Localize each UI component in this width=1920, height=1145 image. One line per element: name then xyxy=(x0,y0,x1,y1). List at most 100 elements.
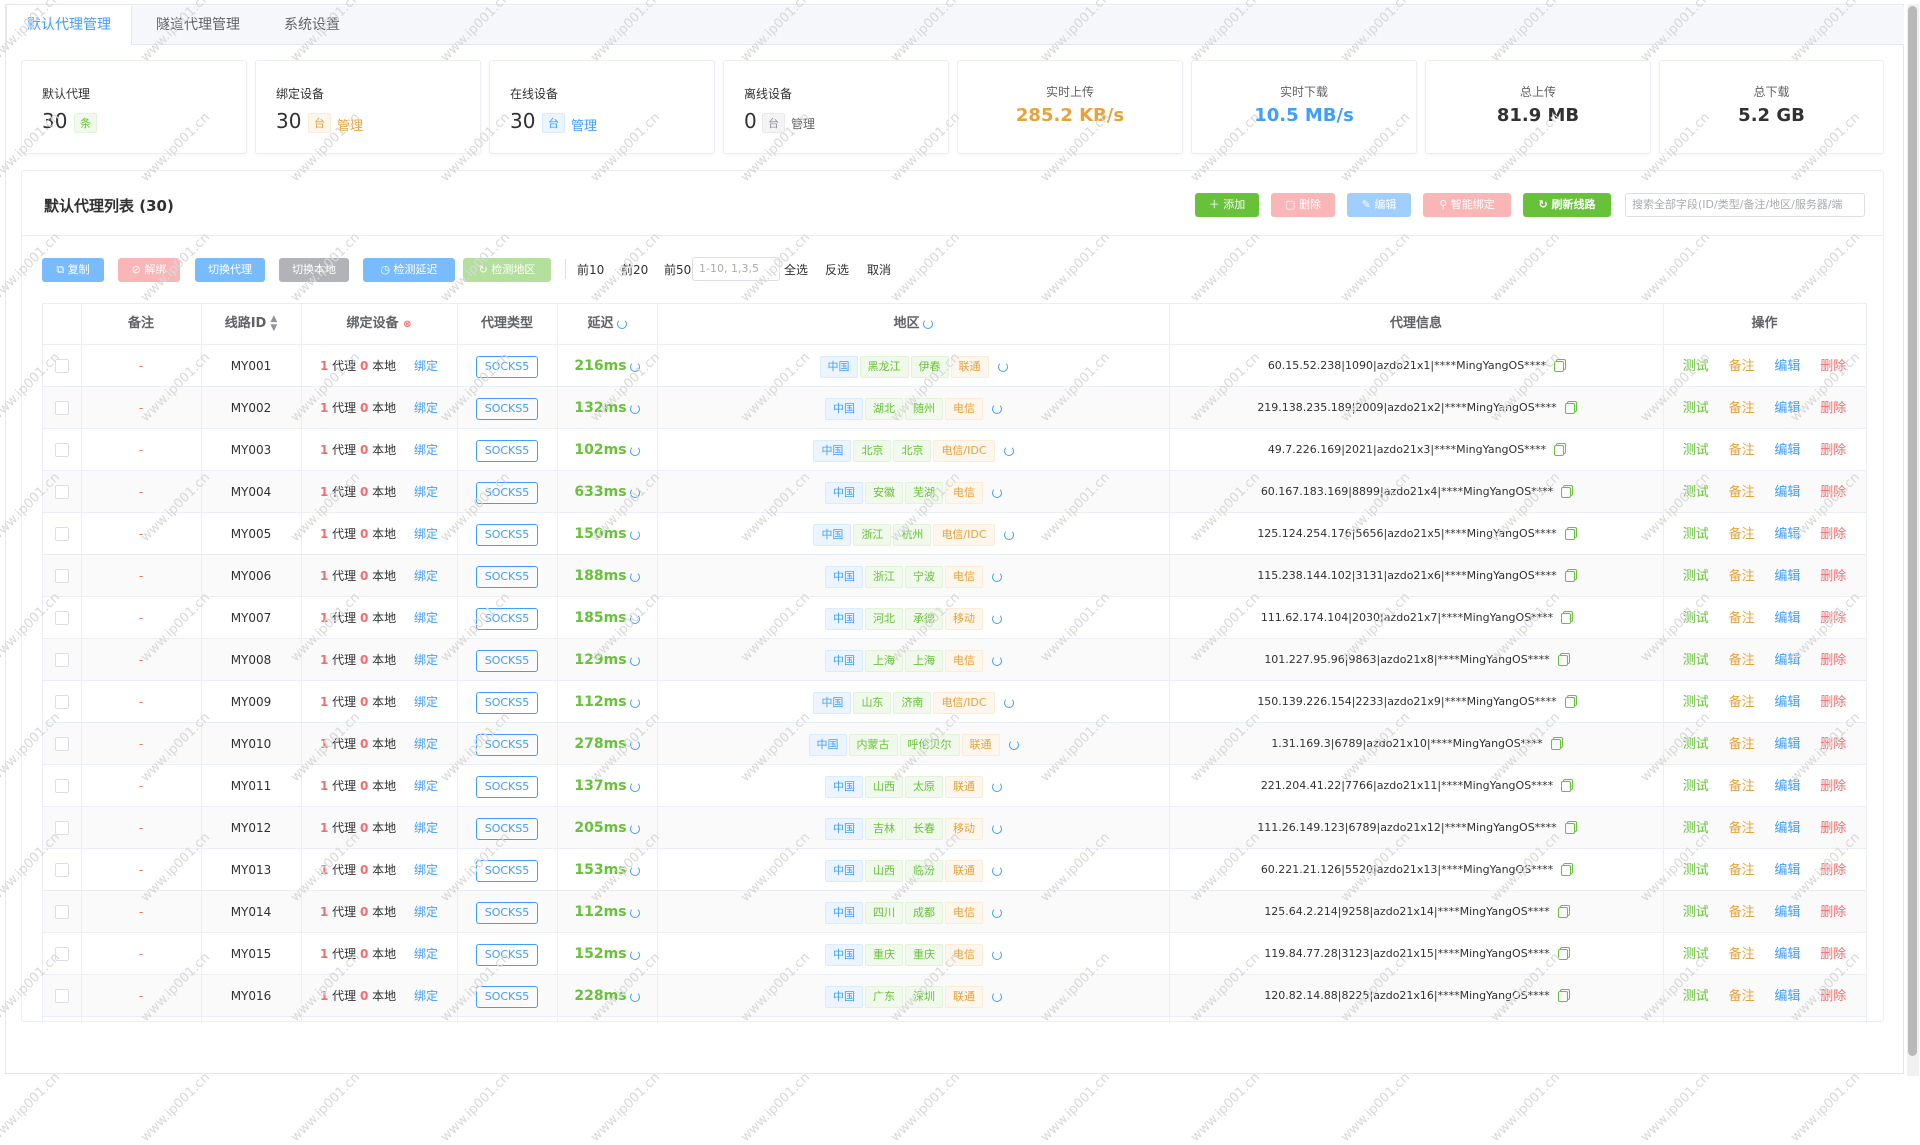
refresh-latency-icon[interactable] xyxy=(629,697,640,708)
refresh-region-icon[interactable] xyxy=(992,655,1002,666)
row-checkbox[interactable] xyxy=(55,443,69,457)
refresh-latency-icon[interactable] xyxy=(629,529,640,540)
bind-link[interactable]: 绑定 xyxy=(414,527,438,541)
delete-button[interactable]: ▢ 删除 xyxy=(1271,193,1335,217)
refresh-region-icon[interactable] xyxy=(992,403,1002,414)
note-link[interactable]: 备注 xyxy=(1729,569,1755,584)
copy-icon[interactable] xyxy=(1564,696,1575,708)
copy-icon[interactable] xyxy=(1557,654,1568,666)
refresh-region-icon[interactable] xyxy=(992,907,1002,918)
manage-link[interactable]: 管理 xyxy=(337,115,363,134)
bind-link[interactable]: 绑定 xyxy=(414,443,438,457)
note-link[interactable]: 备注 xyxy=(1729,821,1755,836)
refresh-region-icon[interactable] xyxy=(992,613,1002,624)
edit-link[interactable]: 编辑 xyxy=(1774,779,1800,794)
table-row[interactable]: - MY016 1 代理 0 本地 绑定 SOCKS5 228ms 中国 广东 深圳… xyxy=(43,975,1866,1017)
delete-link[interactable]: 删除 xyxy=(1820,737,1846,752)
test-link[interactable]: 测试 xyxy=(1683,653,1709,668)
edit-link[interactable]: 编辑 xyxy=(1774,695,1800,710)
delete-link[interactable]: 删除 xyxy=(1820,443,1846,458)
refresh-latency-icon[interactable] xyxy=(629,865,640,876)
refresh-region-icon[interactable] xyxy=(992,781,1002,792)
copy-button[interactable]: ⧉ 复制 xyxy=(42,258,104,282)
copy-icon[interactable] xyxy=(1561,864,1572,876)
refresh-region-icon[interactable] xyxy=(1003,445,1014,456)
table-row[interactable]: - MY009 1 代理 0 本地 绑定 SOCKS5 112ms 中国 山东 济南… xyxy=(43,681,1866,723)
delete-link[interactable]: 删除 xyxy=(1820,653,1846,668)
note-link[interactable]: 备注 xyxy=(1729,695,1755,710)
cancel-selection-link[interactable]: 取消 xyxy=(867,258,891,282)
delete-link[interactable]: 删除 xyxy=(1820,779,1846,794)
manage-link[interactable]: 管理 xyxy=(571,115,597,134)
smart-bind-button[interactable]: ⚲ 智能绑定 xyxy=(1423,193,1511,217)
check-latency-button[interactable]: ◷ 检测延迟 xyxy=(363,258,455,282)
bind-link[interactable]: 绑定 xyxy=(414,863,438,877)
page-scrollbar-thumb[interactable] xyxy=(1908,6,1917,1056)
delete-link[interactable]: 删除 xyxy=(1820,863,1846,878)
refresh-latency-icon[interactable] xyxy=(629,907,640,918)
edit-button[interactable]: ✎ 编辑 xyxy=(1347,193,1411,217)
bind-link[interactable]: 绑定 xyxy=(414,989,438,1003)
refresh-latency-icon[interactable] xyxy=(629,613,640,624)
test-link[interactable]: 测试 xyxy=(1683,821,1709,836)
copy-icon[interactable] xyxy=(1550,738,1561,750)
refresh-region-icon[interactable] xyxy=(922,318,933,329)
edit-link[interactable]: 编辑 xyxy=(1774,443,1800,458)
refresh-region-icon[interactable] xyxy=(1008,739,1019,750)
edit-link[interactable]: 编辑 xyxy=(1774,359,1800,374)
copy-icon[interactable] xyxy=(1561,486,1572,498)
test-link[interactable]: 测试 xyxy=(1683,569,1709,584)
note-link[interactable]: 备注 xyxy=(1729,947,1755,962)
refresh-latency-icon[interactable] xyxy=(629,739,640,750)
bind-link[interactable]: 绑定 xyxy=(414,611,438,625)
note-link[interactable]: 备注 xyxy=(1729,401,1755,416)
select-top50-link[interactable]: 前50 xyxy=(664,258,691,282)
edit-link[interactable]: 编辑 xyxy=(1774,527,1800,542)
test-link[interactable]: 测试 xyxy=(1683,611,1709,626)
refresh-region-icon[interactable] xyxy=(1003,529,1014,540)
bind-link[interactable]: 绑定 xyxy=(414,737,438,751)
refresh-latency-icon[interactable] xyxy=(629,571,640,582)
copy-icon[interactable] xyxy=(1564,822,1575,834)
delete-link[interactable]: 删除 xyxy=(1820,569,1846,584)
note-link[interactable]: 备注 xyxy=(1729,527,1755,542)
row-checkbox[interactable] xyxy=(55,653,69,667)
tab-system-settings[interactable]: 系统设置 xyxy=(262,6,362,44)
note-link[interactable]: 备注 xyxy=(1729,863,1755,878)
table-row[interactable]: - MY010 1 代理 0 本地 绑定 SOCKS5 278ms 中国 内蒙古呼… xyxy=(43,723,1866,765)
bind-link[interactable]: 绑定 xyxy=(414,779,438,793)
delete-link[interactable]: 删除 xyxy=(1820,401,1846,416)
edit-link[interactable]: 编辑 xyxy=(1774,611,1800,626)
edit-link[interactable]: 编辑 xyxy=(1774,947,1800,962)
table-row[interactable]: - MY006 1 代理 0 本地 绑定 SOCKS5 188ms 中国 浙江 宁波… xyxy=(43,555,1866,597)
row-checkbox[interactable] xyxy=(55,947,69,961)
delete-link[interactable]: 删除 xyxy=(1820,695,1846,710)
tab-tunnel-proxy[interactable]: 隧道代理管理 xyxy=(136,6,260,44)
refresh-region-icon[interactable] xyxy=(992,571,1002,582)
table-row[interactable]: - MY005 1 代理 0 本地 绑定 SOCKS5 150ms 中国 浙江 杭州… xyxy=(43,513,1866,555)
refresh-latency-icon[interactable] xyxy=(629,823,640,834)
unbind-button[interactable]: ⊘ 解绑 xyxy=(118,258,180,282)
tab-default-proxy[interactable]: 默认代理管理 xyxy=(6,6,132,45)
bind-link[interactable]: 绑定 xyxy=(414,653,438,667)
manage-link[interactable]: 管理 xyxy=(791,115,815,132)
row-checkbox[interactable] xyxy=(55,527,69,541)
row-checkbox[interactable] xyxy=(55,359,69,373)
copy-icon[interactable] xyxy=(1564,402,1575,414)
refresh-region-icon[interactable] xyxy=(992,487,1002,498)
row-checkbox[interactable] xyxy=(55,695,69,709)
edit-link[interactable]: 编辑 xyxy=(1774,989,1800,1004)
refresh-region-icon[interactable] xyxy=(992,823,1002,834)
note-link[interactable]: 备注 xyxy=(1729,611,1755,626)
note-link[interactable]: 备注 xyxy=(1729,653,1755,668)
header-line-id[interactable]: 线路ID ▲ ▼ xyxy=(201,304,301,344)
delete-link[interactable]: 删除 xyxy=(1820,359,1846,374)
test-link[interactable]: 测试 xyxy=(1683,989,1709,1004)
copy-icon[interactable] xyxy=(1564,528,1575,540)
search-input[interactable]: 搜索全部字段(ID/类型/备注/地区/服务器/端 xyxy=(1625,193,1865,217)
test-link[interactable]: 测试 xyxy=(1683,779,1709,794)
invert-selection-link[interactable]: 反选 xyxy=(825,258,849,282)
row-checkbox[interactable] xyxy=(55,401,69,415)
bind-link[interactable]: 绑定 xyxy=(414,485,438,499)
refresh-lines-button[interactable]: ↻ 刷新线路 xyxy=(1523,193,1611,217)
